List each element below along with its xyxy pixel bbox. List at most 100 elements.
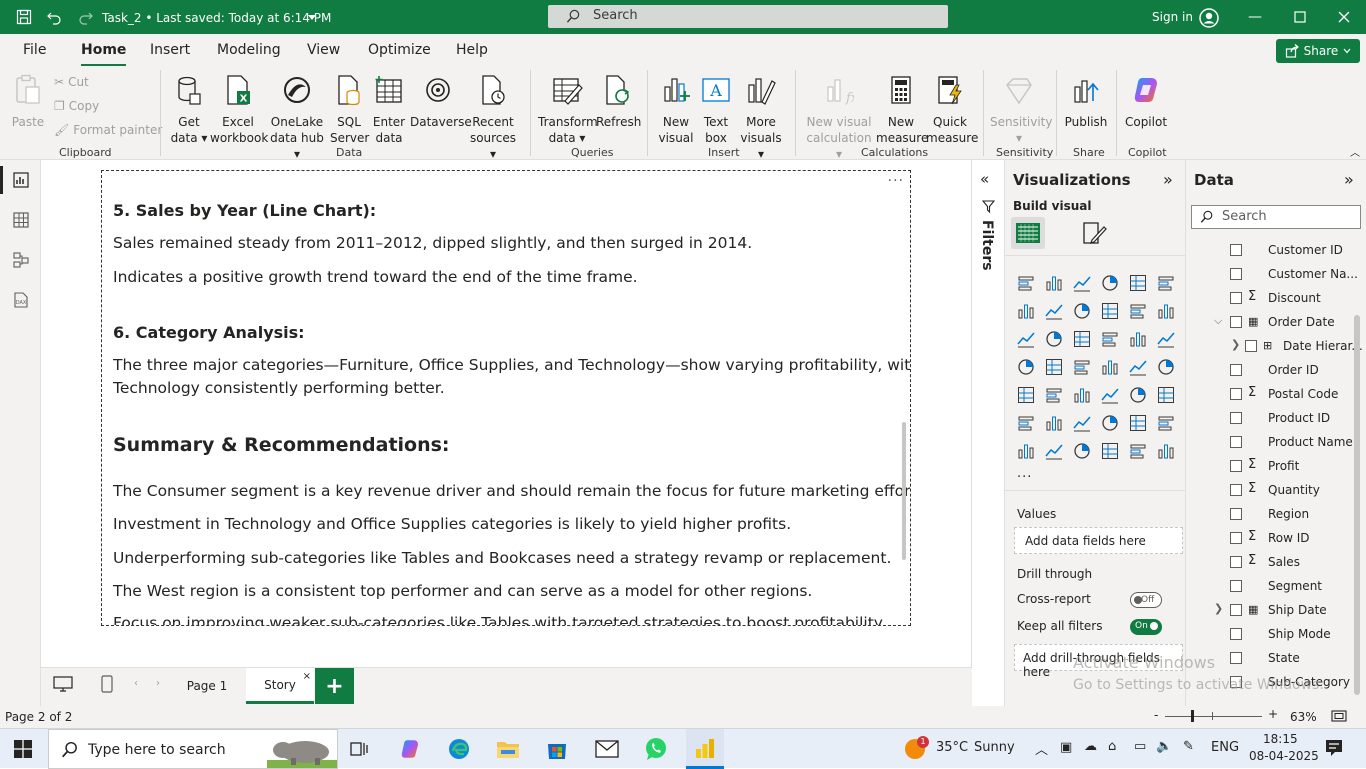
zoom-in-button[interactable]: + (1268, 707, 1278, 721)
volume-icon[interactable]: 🔈 (1156, 739, 1172, 754)
filled-map-icon[interactable] (1071, 356, 1093, 378)
multi-row-card-icon[interactable] (1015, 384, 1037, 406)
dax-query-view-icon[interactable]: DAX (11, 290, 31, 310)
field-checkbox[interactable] (1230, 508, 1242, 520)
prev-page-icon[interactable]: ‹ (134, 678, 138, 689)
sign-in-link[interactable]: Sign in (1152, 10, 1193, 24)
chevron-right-icon[interactable]: ❯ (1214, 602, 1223, 615)
build-visual-tab[interactable] (1011, 217, 1045, 249)
waterfall-icon[interactable] (1043, 328, 1065, 350)
windows-start-icon[interactable] (14, 740, 32, 761)
maximize-button[interactable] (1288, 6, 1312, 28)
ai-narrative-icon[interactable] (1099, 440, 1121, 462)
chevron-down-icon[interactable]: ⌵ (1214, 314, 1222, 328)
100-stacked-area-icon[interactable] (1099, 300, 1121, 322)
field-checkbox[interactable] (1230, 268, 1242, 280)
recent-sources-button[interactable]: Recent sources ▾ (466, 72, 520, 162)
100-stacked-column-icon[interactable] (1155, 272, 1177, 294)
field-checkbox[interactable] (1230, 364, 1242, 376)
tab-file[interactable]: File (23, 42, 46, 58)
field-item[interactable]: ❯ ⊞ Date Hierar... (1186, 336, 1366, 356)
field-item[interactable]: Σ Quantity (1186, 480, 1366, 500)
field-item[interactable]: Customer ID (1186, 240, 1366, 260)
map-icon[interactable] (1043, 356, 1065, 378)
edge-browser-icon[interactable] (445, 735, 473, 763)
field-checkbox[interactable] (1230, 556, 1242, 568)
ribbon-icon[interactable] (1015, 328, 1037, 350)
weather-desc[interactable]: Sunny (974, 740, 1015, 755)
tab-help[interactable]: Help (456, 42, 488, 58)
field-item[interactable]: Σ Row ID (1186, 528, 1366, 548)
minimize-button[interactable]: — (1243, 6, 1267, 28)
microsoft-store-icon[interactable] (543, 735, 571, 763)
area-icon[interactable] (1043, 300, 1065, 322)
pie-icon[interactable] (1127, 328, 1149, 350)
field-list-scrollbar[interactable] (1354, 315, 1360, 695)
field-checkbox[interactable] (1230, 484, 1242, 496)
undo-icon[interactable] (45, 9, 63, 25)
line-and-clustered-column-icon[interactable] (1155, 300, 1177, 322)
desktop-layout-icon[interactable] (53, 676, 73, 695)
zoom-slider-thumb[interactable] (1191, 710, 1194, 722)
100-stacked-bar-icon[interactable] (1127, 272, 1149, 294)
sql-server-button[interactable]: SQL Server (330, 72, 369, 146)
table-view-icon[interactable] (11, 210, 31, 230)
expand-icon[interactable]: » (1344, 170, 1354, 189)
network-icon[interactable]: ⌂ (1108, 739, 1116, 754)
search-box[interactable]: Search (548, 5, 948, 28)
clock-time[interactable]: 18:15 (1263, 732, 1298, 746)
field-checkbox[interactable] (1230, 292, 1242, 304)
treemap-icon[interactable] (1015, 356, 1037, 378)
document-title[interactable]: Task_2 • Last saved: Today at 6:14 PM (102, 11, 331, 25)
r-visual-icon[interactable] (1155, 384, 1177, 406)
chevron-down-icon[interactable] (303, 10, 321, 26)
values-well[interactable]: Add data fields here (1014, 527, 1183, 554)
fit-to-page-icon[interactable] (1331, 710, 1347, 725)
paginated-report-icon[interactable] (1015, 440, 1037, 462)
field-checkbox[interactable] (1230, 436, 1242, 448)
quick-measure-button[interactable]: Quick measure (926, 72, 978, 146)
field-item[interactable]: ⌵ ▦ Order Date (1186, 312, 1366, 332)
story-text-box[interactable]: ··· 5. Sales by Year (Line Chart): Sales… (101, 170, 911, 626)
add-page-button[interactable]: + (315, 668, 354, 704)
task-view-icon[interactable] (345, 735, 373, 763)
python-visual-icon[interactable] (1015, 412, 1037, 434)
excel-workbook-button[interactable]: X Excel workbook (210, 72, 268, 146)
field-item[interactable]: Σ Postal Code (1186, 384, 1366, 404)
field-checkbox[interactable] (1230, 244, 1242, 256)
taskbar-search-input[interactable]: Type here to search (48, 729, 338, 769)
field-checkbox[interactable] (1230, 412, 1242, 424)
show-hidden-icons-icon[interactable]: ︿ (1035, 739, 1048, 758)
line-and-stacked-column-icon[interactable] (1127, 300, 1149, 322)
more-visuals-button[interactable]: More visuals ▾ (736, 72, 786, 162)
transform-data-button[interactable]: Transform data ▾ (538, 72, 598, 146)
smart-narrative-icon[interactable] (1127, 412, 1149, 434)
pen-icon[interactable]: ✎ (1183, 739, 1194, 754)
azure-map-icon[interactable] (1099, 356, 1121, 378)
collapse-panes-icon[interactable]: « (980, 170, 989, 188)
field-checkbox[interactable] (1230, 460, 1242, 472)
new-visual-button[interactable]: New visual (655, 72, 697, 146)
diamond-visual-icon[interactable] (1127, 440, 1149, 462)
onedrive-icon[interactable]: ☁ (1084, 739, 1097, 754)
close-tab-icon[interactable]: × (303, 671, 311, 682)
refresh-button[interactable]: Refresh (596, 72, 641, 130)
power-apps-icon[interactable] (1043, 440, 1065, 462)
meet-now-icon[interactable]: ▣ (1060, 740, 1072, 755)
key-influencers-icon[interactable] (1043, 412, 1065, 434)
gauge-icon[interactable] (1127, 356, 1149, 378)
field-item[interactable]: Region (1186, 504, 1366, 524)
language-indicator[interactable]: ENG (1211, 740, 1239, 755)
format-visual-tab[interactable] (1081, 220, 1107, 246)
share-button[interactable]: Share (1276, 39, 1360, 63)
donut-icon[interactable] (1155, 328, 1177, 350)
copilot-taskbar-icon[interactable] (396, 735, 424, 763)
clustered-bar-icon[interactable] (1071, 272, 1093, 294)
new-measure-button[interactable]: New measure (876, 72, 928, 146)
card-icon[interactable] (1155, 356, 1177, 378)
data-search-input[interactable]: Search (1191, 205, 1361, 229)
redo-icon[interactable] (77, 9, 95, 25)
clock-date[interactable]: 08-04-2025 (1249, 749, 1319, 763)
stacked-column-icon[interactable] (1043, 272, 1065, 294)
cut-button[interactable]: ✂ Cut (54, 75, 89, 89)
